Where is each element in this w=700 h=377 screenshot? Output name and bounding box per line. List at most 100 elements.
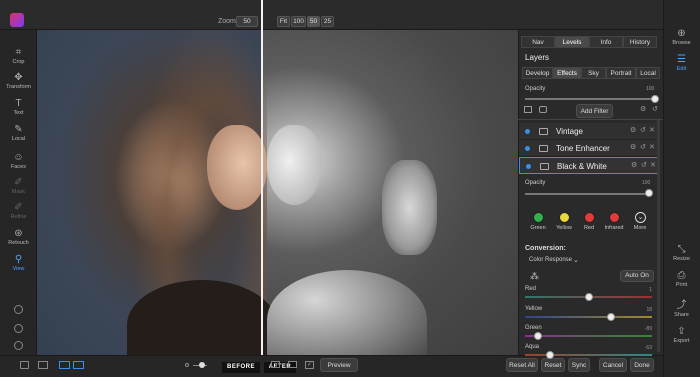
subtab-local[interactable]: Local [636,67,660,79]
tool-export[interactable]: ⇪ Export [663,326,700,344]
layer-reset-icon[interactable]: ↺ [640,143,646,151]
user-icon[interactable] [14,324,23,333]
tab-nav[interactable]: Nav [521,36,555,48]
preview-slider-knob[interactable] [199,362,205,368]
subtab-develop[interactable]: Develop [522,67,553,79]
tool-retouch[interactable]: ⊛ Retouch [0,228,37,246]
preset-red-swatch[interactable] [584,212,595,223]
tool-text[interactable]: T Text [0,98,37,116]
compare-divider-handle[interactable] [261,0,263,377]
layer-enabled-dot[interactable] [525,146,530,151]
tool-browse[interactable]: ⊕ Browse [663,28,700,46]
photo-canvas[interactable] [37,30,518,355]
tool-view[interactable]: ⚲ View [0,254,37,272]
zoom-25-button[interactable]: 25 [321,16,334,27]
tool-faces[interactable]: ☺ Faces [0,152,37,170]
subtab-sky[interactable]: Sky [581,67,606,79]
subtab-effects[interactable]: Effects [553,67,581,79]
slider-yellow-value[interactable]: 18 [632,307,652,313]
preset-yellow-swatch[interactable] [559,212,570,223]
layer-opacity-knob[interactable] [651,95,659,103]
slider-aqua-value[interactable]: -63 [632,345,652,351]
tool-faces-label: Faces [11,164,26,170]
layer-settings-icon[interactable]: ⚙ [630,143,636,151]
print-icon: ⎙ [677,270,686,281]
slider-green-knob[interactable] [534,332,542,340]
layer-enabled-dot[interactable] [525,129,530,134]
tool-local[interactable]: ✎ Local [0,124,37,142]
color-response-dropdown[interactable]: Color Response [529,257,572,263]
single-view-icon[interactable] [38,361,48,369]
slider-aqua-knob[interactable] [546,351,554,359]
split-view-icon[interactable] [59,361,70,369]
bw-opacity-knob[interactable] [645,189,653,197]
slider-aqua-track[interactable] [525,354,652,356]
layer-settings-icon[interactable]: ⚙ [630,126,636,134]
auto-on-button[interactable]: Auto On [620,270,654,282]
tab-levels[interactable]: Levels [555,36,589,48]
layer-enabled-dot[interactable] [526,164,531,169]
tool-resize[interactable]: ⤡ Resize [663,244,700,262]
tool-crop[interactable]: ⌗ Crop [0,47,37,65]
sync-status-icon[interactable] [14,305,23,314]
layer-vintage[interactable]: Vintage ⚙ ↺ ✕ [519,123,658,140]
tab-info[interactable]: Info [589,36,623,48]
preview-button[interactable]: Preview [320,358,358,372]
color-picker-icon[interactable]: ⁂ [530,271,539,282]
slider-yellow-track[interactable] [525,316,652,318]
panel-scrollbar[interactable] [657,120,660,352]
preset-green-swatch[interactable] [533,212,544,223]
zoom-value-field[interactable]: 50 [236,16,258,27]
subtab-portrait[interactable]: Portrait [606,67,636,79]
slider-green-label: Green [525,325,542,331]
layer-settings-icon[interactable]: ⚙ [631,161,637,169]
layer-visibility-icon[interactable] [540,163,549,170]
help-icon[interactable] [14,341,23,350]
cancel-button[interactable]: Cancel [599,358,627,372]
tab-history[interactable]: History [623,36,657,48]
bw-opacity-slider[interactable] [525,193,650,195]
side-by-side-view-icon[interactable] [73,361,84,369]
filmstrip-icon[interactable] [20,361,29,369]
layer-black-white[interactable]: Black & White ⚙ ↺ ✕ [519,157,658,174]
zoom-100-button[interactable]: 100 [291,16,306,27]
zoom-fit-button[interactable]: Fit [277,16,290,27]
tool-edit[interactable]: ☰ Edit [663,54,700,72]
slider-yellow-knob[interactable] [607,313,615,321]
layer-close-icon[interactable]: ✕ [649,143,655,151]
layer-visibility-icon[interactable] [539,128,548,135]
slider-yellow-label: Yellow [525,306,543,312]
layer-close-icon[interactable]: ✕ [650,161,656,169]
layer-reset-icon[interactable]: ↺ [652,105,658,113]
layer-settings-icon[interactable]: ⚙ [640,105,646,113]
tool-refine[interactable]: ✐ Refine [0,202,37,220]
reset-button[interactable]: Reset [541,358,565,372]
more-presets-chevron-down-icon[interactable]: ⌄ [635,212,646,223]
tool-transform[interactable]: ✥ Transform [0,72,37,90]
layer-tone-enhancer[interactable]: Tone Enhancer ⚙ ↺ ✕ [519,140,658,157]
layer-opacity-slider[interactable] [525,98,655,100]
layer-visibility-icon[interactable] [539,145,548,152]
done-button[interactable]: Done [630,358,654,372]
slider-red-value[interactable]: 1 [632,287,652,293]
tool-mask[interactable]: ✐ Mask [0,177,37,195]
soft-proof-icon[interactable]: ✓ [305,361,314,369]
layer-reset-icon[interactable]: ↺ [641,161,647,169]
slider-red-knob[interactable] [585,293,593,301]
layer-mask-icon[interactable] [539,106,547,113]
dropdown-chevron-icon[interactable]: ⌄ [573,256,579,264]
slider-green-value[interactable]: -89 [632,326,652,332]
layer-close-icon[interactable]: ✕ [649,126,655,134]
reset-all-button[interactable]: Reset All [506,358,538,372]
tool-share[interactable]: ⤴ Share [663,300,700,318]
overlay-mode-icon[interactable] [288,361,297,368]
compare-mode-icon[interactable] [271,361,280,368]
zoom-50-button[interactable]: 50 [307,16,320,27]
layer-add-icon[interactable] [524,106,532,113]
add-filter-button[interactable]: Add Filter [576,104,613,118]
tool-print[interactable]: ⎙ Print [663,270,700,288]
slider-green-track[interactable] [525,335,652,337]
preset-infrared-swatch[interactable] [609,212,620,223]
sync-button[interactable]: Sync [568,358,590,372]
layer-reset-icon[interactable]: ↺ [640,126,646,134]
